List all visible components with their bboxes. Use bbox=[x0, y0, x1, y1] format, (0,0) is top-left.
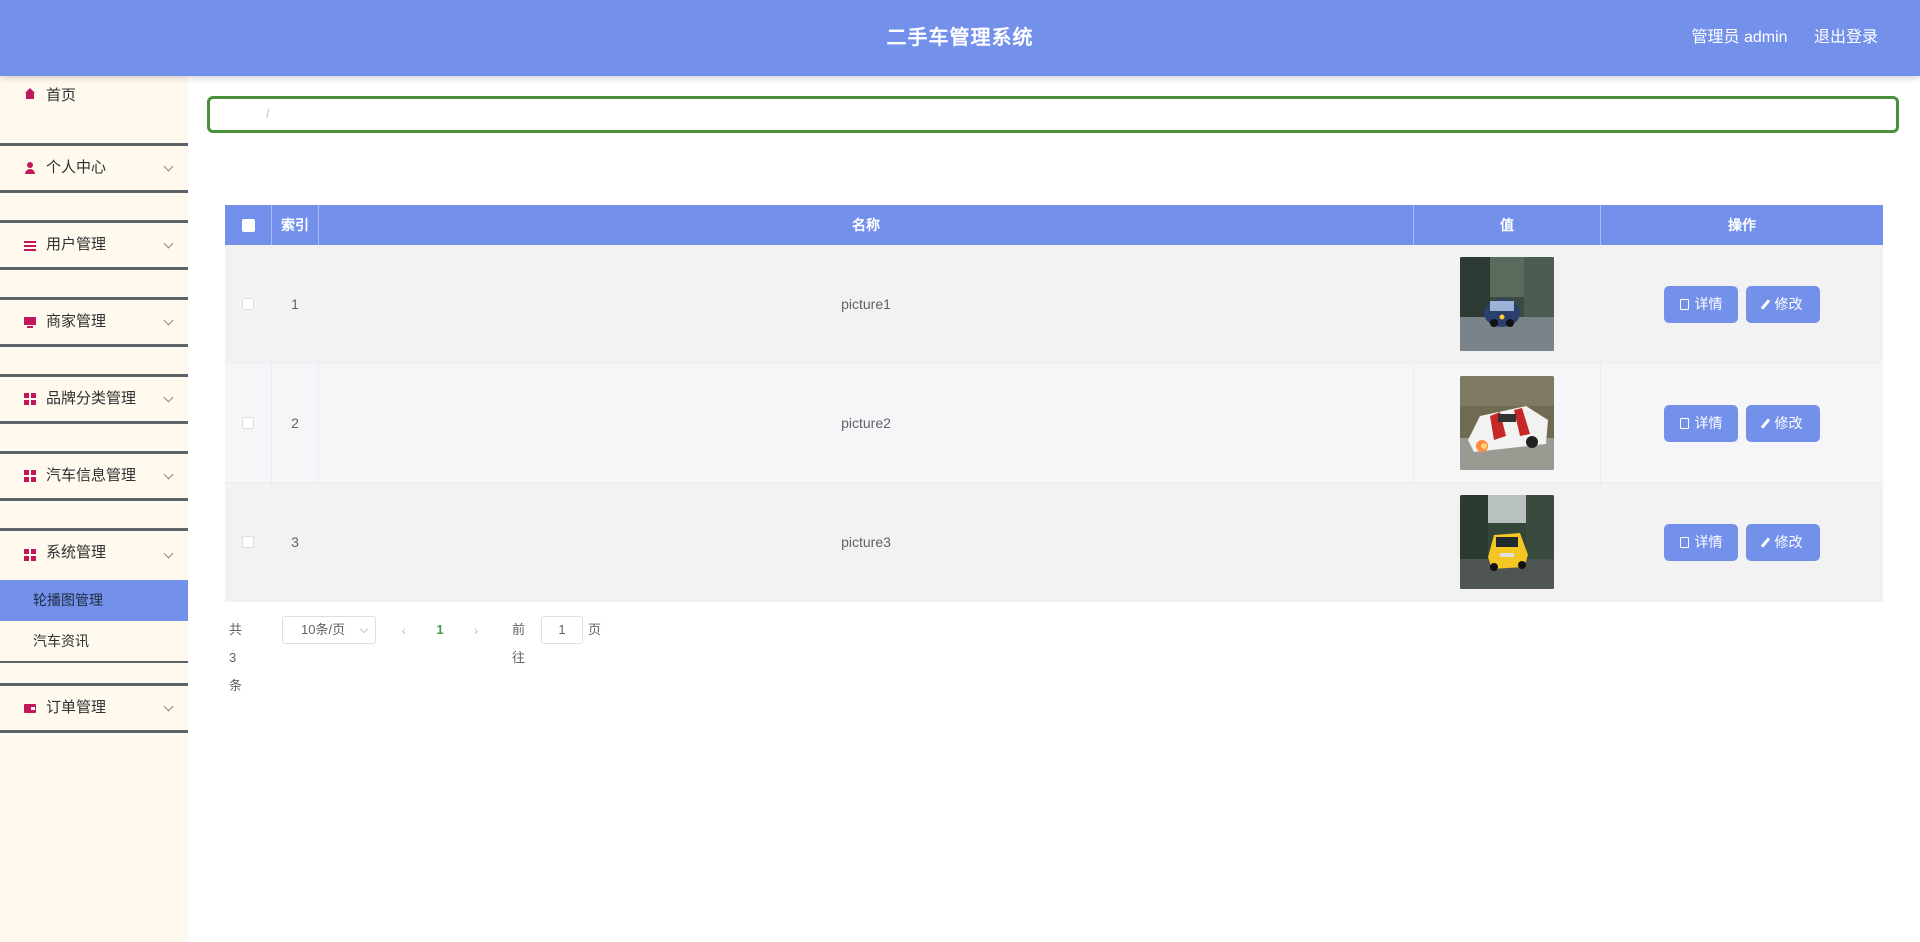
chevron-down-icon bbox=[163, 469, 174, 480]
header-index[interactable]: 索引 bbox=[272, 205, 319, 245]
sidebar-item-order-management[interactable]: 订单管理 bbox=[0, 683, 188, 733]
pencil-icon bbox=[1760, 536, 1770, 548]
table-header: 索引 名称 值 操作 bbox=[225, 205, 1883, 245]
car-thumbnail[interactable] bbox=[1460, 257, 1554, 351]
sidebar-item-home[interactable]: 首页 bbox=[0, 76, 188, 116]
chevron-down-icon bbox=[163, 161, 174, 172]
row-actions: 详情 修改 bbox=[1601, 364, 1883, 482]
edit-button-label: 修改 bbox=[1774, 534, 1803, 550]
sidebar-item-user-management[interactable]: 用户管理 bbox=[0, 220, 188, 270]
home-icon bbox=[24, 88, 36, 100]
wallet-icon bbox=[24, 702, 36, 714]
sidebar-item-label: 品牌分类管理 bbox=[46, 390, 137, 407]
monitor-icon bbox=[24, 316, 36, 328]
sidebar-item-personal-center[interactable]: 个人中心 bbox=[0, 143, 188, 193]
document-icon bbox=[1679, 298, 1689, 310]
chevron-down-icon bbox=[163, 238, 174, 249]
header-user-area: 管理员 admin 退出登录 bbox=[1670, 0, 1879, 76]
app-title: 二手车管理系统 bbox=[886, 27, 1034, 49]
chevron-down-icon bbox=[163, 315, 174, 326]
header-value[interactable]: 值 bbox=[1414, 205, 1601, 245]
row-actions: 详情 修改 bbox=[1601, 483, 1883, 601]
header-select-cell bbox=[225, 205, 272, 245]
sidebar-item-car-info[interactable]: 汽车信息管理 bbox=[0, 451, 188, 501]
edit-button[interactable]: 修改 bbox=[1746, 404, 1820, 442]
chevron-down-icon bbox=[163, 701, 174, 712]
row-value-cell bbox=[1414, 483, 1601, 601]
row-value-cell bbox=[1414, 245, 1601, 363]
select-all-checkbox[interactable] bbox=[241, 218, 255, 232]
logout-link[interactable]: 退出登录 bbox=[1814, 29, 1878, 46]
goto-label: 前往 bbox=[512, 622, 526, 665]
detail-button[interactable]: 详情 bbox=[1664, 285, 1738, 323]
sidebar-item-label: 用户管理 bbox=[46, 236, 107, 253]
chevron-down-icon bbox=[163, 392, 174, 403]
grid-icon bbox=[24, 470, 36, 482]
row-select-cell bbox=[225, 245, 272, 363]
row-name: picture1 bbox=[319, 245, 1414, 363]
edit-button-label: 修改 bbox=[1774, 415, 1803, 431]
document-icon bbox=[1679, 536, 1689, 548]
sidebar-item-label: 系统管理 bbox=[46, 544, 107, 561]
chevron-up-icon bbox=[163, 548, 174, 558]
goto-page-input[interactable]: 1 bbox=[541, 616, 583, 644]
top-header: 二手车管理系统 管理员 admin 退出登录 bbox=[0, 0, 1920, 76]
breadcrumb-separator: / bbox=[266, 106, 270, 121]
row-checkbox[interactable] bbox=[242, 536, 254, 548]
sliders-icon bbox=[24, 239, 36, 251]
detail-button[interactable]: 详情 bbox=[1664, 404, 1738, 442]
row-checkbox[interactable] bbox=[242, 298, 254, 310]
pencil-icon bbox=[1760, 417, 1770, 429]
row-checkbox[interactable] bbox=[242, 417, 254, 429]
sidebar-item-label: 汽车信息管理 bbox=[46, 467, 137, 484]
edit-button[interactable]: 修改 bbox=[1746, 285, 1820, 323]
edit-button-label: 修改 bbox=[1774, 296, 1803, 312]
pagination-total: 共 3 条 bbox=[229, 622, 243, 693]
sidebar: 首页 个人中心 用户管理 商家管理 品牌分类管理 汽车信息管理 系统管理 轮播图… bbox=[0, 76, 188, 942]
row-index: 2 bbox=[272, 364, 319, 482]
grid-icon bbox=[24, 548, 36, 561]
row-select-cell bbox=[225, 483, 272, 601]
breadcrumb: / bbox=[207, 96, 1899, 133]
row-name: picture2 bbox=[319, 364, 1414, 482]
row-actions: 详情 修改 bbox=[1601, 245, 1883, 363]
row-select-cell bbox=[225, 364, 272, 482]
sidebar-item-merchant-management[interactable]: 商家管理 bbox=[0, 297, 188, 347]
sidebar-subitem-car-news[interactable]: 汽车资讯 bbox=[0, 621, 188, 662]
page-number[interactable]: 1 bbox=[433, 616, 447, 644]
sidebar-item-brand-category[interactable]: 品牌分类管理 bbox=[0, 374, 188, 424]
pencil-icon bbox=[1760, 298, 1770, 310]
sidebar-item-label: 首页 bbox=[46, 87, 77, 104]
prev-page-icon[interactable]: ‹ bbox=[397, 616, 411, 644]
page-suffix: 页 bbox=[588, 622, 602, 637]
car-thumbnail[interactable] bbox=[1460, 376, 1554, 470]
sidebar-item-label: 订单管理 bbox=[46, 699, 107, 716]
detail-button-label: 详情 bbox=[1694, 534, 1723, 550]
car-thumbnail[interactable] bbox=[1460, 495, 1554, 589]
sidebar-subitem-carousel[interactable]: 轮播图管理 bbox=[0, 580, 188, 621]
row-value-cell bbox=[1414, 364, 1601, 482]
sidebar-item-system-management[interactable]: 系统管理 bbox=[0, 528, 188, 578]
next-page-icon[interactable]: › bbox=[469, 616, 483, 644]
header-actions: 操作 bbox=[1728, 217, 1756, 233]
user-label: 管理员 admin bbox=[1691, 29, 1788, 46]
sidebar-item-label: 商家管理 bbox=[46, 313, 107, 330]
document-icon bbox=[1679, 417, 1689, 429]
user-icon bbox=[24, 162, 36, 174]
row-index: 1 bbox=[272, 245, 319, 363]
divider bbox=[0, 661, 188, 663]
detail-button[interactable]: 详情 bbox=[1664, 523, 1738, 561]
detail-button-label: 详情 bbox=[1694, 296, 1723, 312]
row-index: 3 bbox=[272, 483, 319, 601]
detail-button-label: 详情 bbox=[1694, 415, 1723, 431]
table-row: 3 picture3 详情 修改 bbox=[225, 483, 1883, 602]
edit-button[interactable]: 修改 bbox=[1746, 523, 1820, 561]
page-size-select[interactable]: 10条/页 bbox=[282, 616, 376, 644]
table-row: 2 picture2 详情 修改 bbox=[225, 364, 1883, 483]
row-name: picture3 bbox=[319, 483, 1414, 601]
grid-icon bbox=[24, 393, 36, 405]
table-row: 1 picture1 详情 修改 bbox=[225, 245, 1883, 364]
sidebar-item-label: 个人中心 bbox=[46, 159, 107, 176]
header-name[interactable]: 名称 bbox=[319, 205, 1414, 245]
